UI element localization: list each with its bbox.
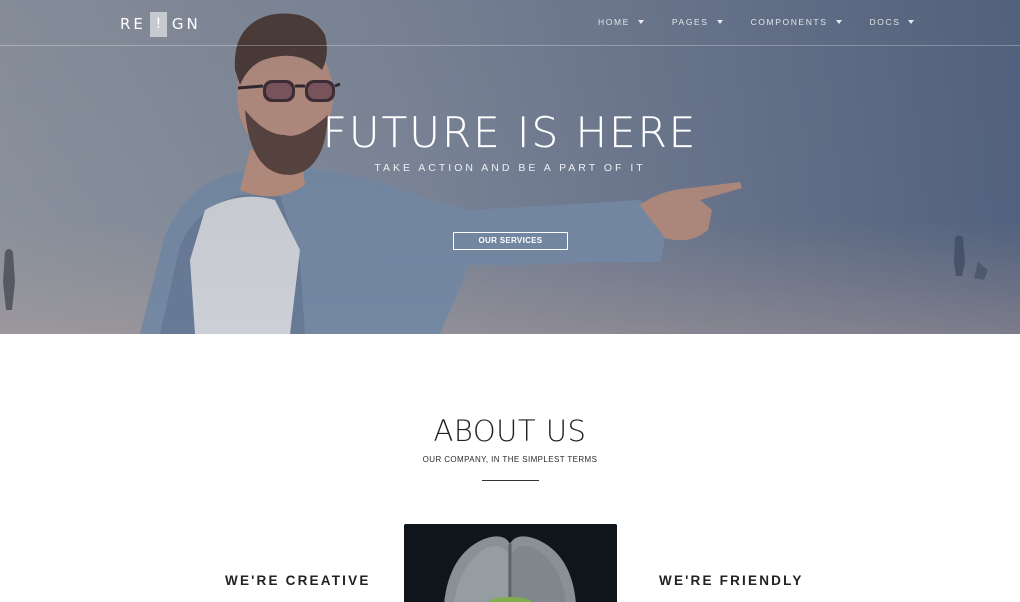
caret-down-icon xyxy=(835,20,842,24)
nav-item-label: DOCS xyxy=(869,17,901,27)
caret-down-icon xyxy=(716,20,723,24)
brand-logo[interactable]: RE ! GN xyxy=(120,11,201,37)
nav-item-home[interactable]: HOME xyxy=(598,17,644,27)
beanie-photo xyxy=(404,524,617,602)
navbar: RE ! GN HOME PAGES COMPONENTS DOCS xyxy=(0,0,1020,46)
about-feature-image xyxy=(404,524,617,602)
caret-down-icon xyxy=(637,20,644,24)
hero-section: RE ! GN HOME PAGES COMPONENTS DOCS FUTUR… xyxy=(0,0,1020,334)
nav-item-docs[interactable]: DOCS xyxy=(870,17,915,27)
nav-item-pages[interactable]: PAGES xyxy=(672,17,723,27)
about-divider xyxy=(482,480,539,481)
brand-logo-suffix: GN xyxy=(171,15,201,33)
brand-logo-mark: ! xyxy=(149,11,167,37)
brand-logo-prefix: RE xyxy=(120,15,146,33)
nav-menu: HOME PAGES COMPONENTS DOCS xyxy=(598,17,915,27)
about-subtitle: OUR COMPANY, IN THE SIMPLEST TERMS xyxy=(422,455,598,464)
about-title: ABOUT US xyxy=(433,414,587,448)
hero-title: FUTURE IS HERE xyxy=(322,108,698,157)
nav-item-components[interactable]: COMPONENTS xyxy=(751,17,842,27)
our-services-button[interactable]: OUR SERVICES xyxy=(453,232,568,250)
friendly-heading: WE'RE FRIENDLY xyxy=(659,573,804,588)
nav-item-label: HOME xyxy=(598,17,630,27)
hero-subtitle: TAKE ACTION AND BE A PART OF IT xyxy=(374,162,646,174)
creative-heading: WE'RE CREATIVE xyxy=(225,573,371,588)
nav-item-label: COMPONENTS xyxy=(750,17,828,27)
nav-item-label: PAGES xyxy=(671,17,709,27)
caret-down-icon xyxy=(908,20,915,24)
